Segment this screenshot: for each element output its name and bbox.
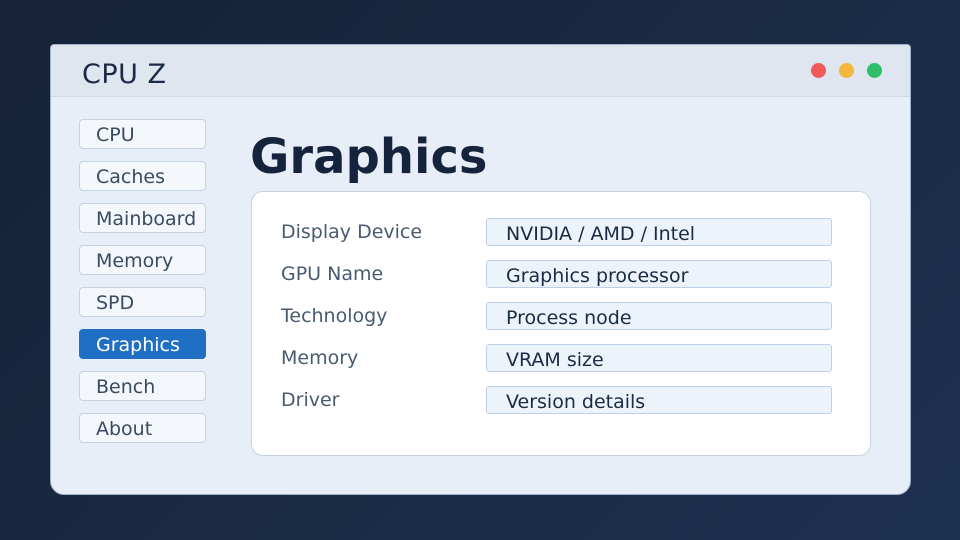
sidebar-item-mainboard[interactable]: Mainboard: [79, 203, 206, 233]
sidebar-item-cpu[interactable]: CPU: [79, 119, 206, 149]
sidebar-item-spd[interactable]: SPD: [79, 287, 206, 317]
memory-field: VRAM size: [486, 344, 832, 372]
page-title: Graphics: [250, 129, 488, 185]
sidebar-item-bench[interactable]: Bench: [79, 371, 206, 401]
app-title: CPU Z: [82, 59, 167, 90]
memory-label: Memory: [281, 347, 359, 369]
title-bar: CPU Z: [51, 45, 910, 97]
sidebar-item-caches[interactable]: Caches: [79, 161, 206, 191]
driver-label: Driver: [281, 389, 340, 411]
maximize-button[interactable]: [867, 63, 882, 78]
display-device-field: NVIDIA / AMD / Intel: [486, 218, 832, 246]
close-button[interactable]: [811, 63, 826, 78]
gpu-name-label: GPU Name: [281, 263, 384, 285]
graphics-info-panel: Display Device NVIDIA / AMD / Intel GPU …: [251, 191, 871, 456]
sidebar-item-graphics[interactable]: Graphics: [79, 329, 206, 359]
sidebar-item-about[interactable]: About: [79, 413, 206, 443]
technology-label: Technology: [281, 305, 388, 327]
display-device-label: Display Device: [281, 221, 423, 243]
gpu-name-field: Graphics processor: [486, 260, 832, 288]
minimize-button[interactable]: [839, 63, 854, 78]
technology-field: Process node: [486, 302, 832, 330]
sidebar-item-memory[interactable]: Memory: [79, 245, 206, 275]
driver-field: Version details: [486, 386, 832, 414]
app-window: CPU Z CPU Caches Mainboard Memory SPD Gr…: [50, 44, 911, 495]
